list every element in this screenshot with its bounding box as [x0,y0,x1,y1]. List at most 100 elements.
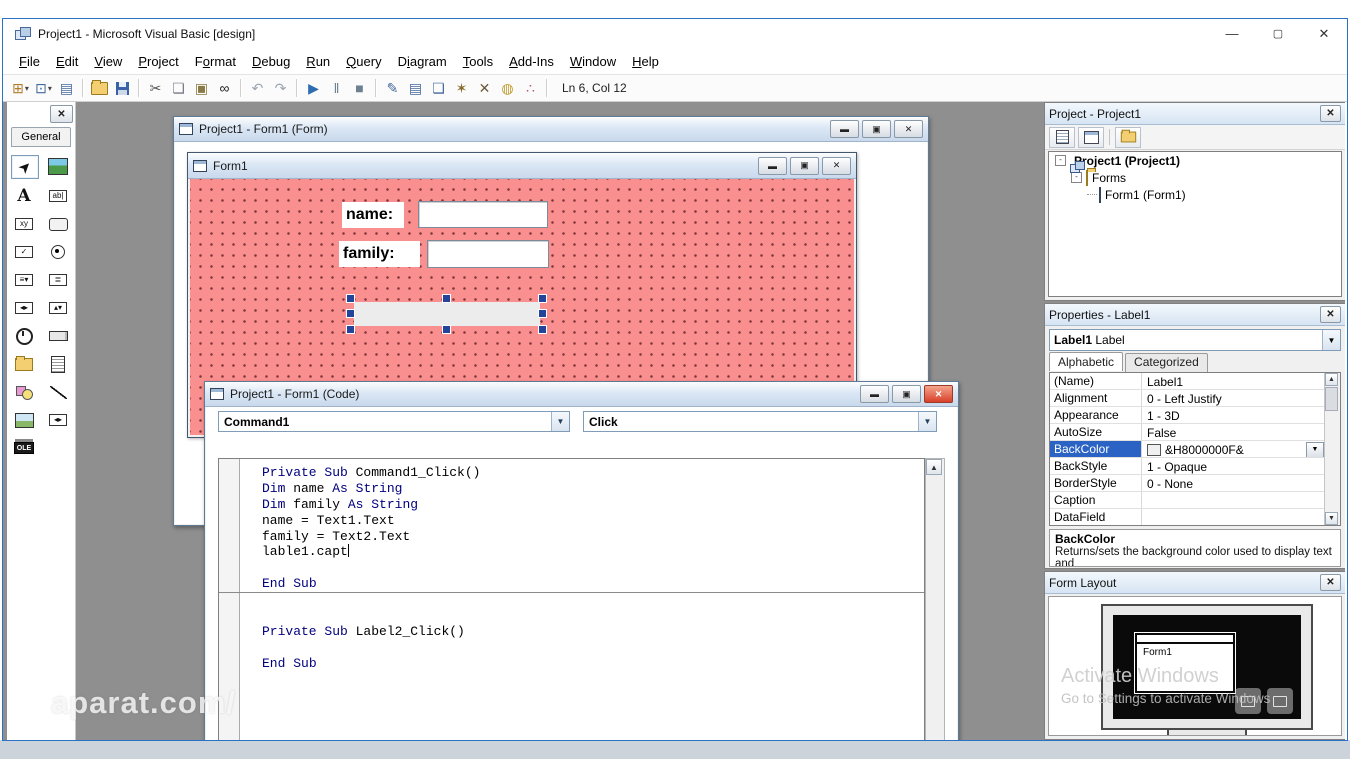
menu-query[interactable]: Query [338,51,389,72]
object-combobox[interactable]: Command1 ▼ [218,411,570,432]
menu-view[interactable]: View [86,51,130,72]
property-dropdown-icon[interactable]: ▼ [1306,441,1324,457]
scrollbar-thumb[interactable] [1325,387,1338,411]
menu-tools[interactable]: Tools [455,51,501,72]
filelistbox-tool[interactable] [45,353,71,375]
designer-minimize-button[interactable]: ▬ [830,120,859,138]
tree-expander[interactable]: - [1055,155,1066,166]
designer-maximize-button[interactable]: ▣ [862,120,891,138]
menu-debug[interactable]: Debug [244,51,298,72]
save-project-button[interactable] [111,78,134,99]
copy-button[interactable]: ❏ [167,78,190,99]
find-button[interactable]: ∞ [213,78,236,99]
form1-close-button[interactable]: ✕ [822,156,851,175]
minimize-button[interactable]: — [1209,19,1255,48]
view-code-button[interactable] [1049,126,1075,148]
paste-button[interactable]: ▣ [190,78,213,99]
property-row-backstyle[interactable]: BackStyle 1 - Opaque [1050,458,1340,475]
menu-format[interactable]: Format [187,51,244,72]
start-button[interactable]: ▶ [302,78,325,99]
properties-combobox-dropdown-icon[interactable]: ▼ [1322,330,1340,350]
cut-button[interactable]: ✂ [144,78,167,99]
tree-expander[interactable]: - [1071,172,1082,183]
property-row-borderstyle[interactable]: BorderStyle 0 - None [1050,475,1340,492]
label-family[interactable]: family: [339,241,420,267]
component-manager-button[interactable]: ∴ [519,78,542,99]
selection-handle[interactable] [346,325,355,334]
hscrollbar-tool[interactable]: ◂▸ [11,297,37,319]
tree-item-project1-project1-[interactable]: - Project1 (Project1) [1049,152,1341,173]
menu-editor-button[interactable]: ▤ [55,78,78,99]
open-project-button[interactable] [88,78,111,99]
selection-handle[interactable] [346,294,355,303]
undo-button[interactable]: ↶ [246,78,269,99]
redo-button[interactable]: ↷ [269,78,292,99]
label-tool[interactable]: A [11,185,37,207]
textbox-text2[interactable] [427,240,549,268]
add-project-button[interactable]: ⊞ ▾ [9,78,32,99]
selection-handle[interactable] [442,294,451,303]
ole-tool[interactable]: OLE [11,437,37,459]
menu-diagram[interactable]: Diagram [390,51,455,72]
event-combobox[interactable]: Click ▼ [583,411,937,432]
tab-alphabetic[interactable]: Alphabetic [1049,352,1124,371]
overlay-fullscreen-button[interactable] [1267,688,1293,714]
listbox-tool[interactable]: ≣ [45,269,71,291]
properties-window-button[interactable]: ▤ [404,78,427,99]
maximize-button[interactable]: ▢ [1255,19,1301,48]
form1-minimize-button[interactable]: ▬ [758,156,787,175]
data-tool[interactable]: ◂▸ [45,409,71,431]
toolbox-close-button[interactable]: ✕ [50,105,73,123]
event-combobox-dropdown-icon[interactable]: ▼ [918,412,936,431]
textbox-text1[interactable] [418,201,548,228]
project-explorer-button[interactable]: ✎ [381,78,404,99]
toolbox-button[interactable]: ✶ [450,78,473,99]
textbox-tool[interactable]: ab| [45,185,71,207]
scroll-up-icon[interactable]: ▲ [926,459,942,475]
form-layout-titlebar[interactable]: Form Layout ✕ [1045,572,1345,594]
form-layout-button[interactable]: ❏ [427,78,450,99]
designer-close-button[interactable]: ✕ [894,120,923,138]
shape-tool[interactable] [11,381,37,403]
object-browser-button[interactable]: ✕ [473,78,496,99]
end-button[interactable]: ■ [348,78,371,99]
form-layout-close-button[interactable]: ✕ [1320,574,1341,591]
menu-help[interactable]: Help [624,51,667,72]
data-view-button[interactable]: ◍ [496,78,519,99]
picturebox-tool[interactable] [45,155,71,177]
commandbutton-tool[interactable] [45,213,71,235]
property-row-autosize[interactable]: AutoSize False [1050,424,1340,441]
properties-panel-titlebar[interactable]: Properties - Label1 ✕ [1045,304,1345,326]
code-titlebar[interactable]: Project1 - Form1 (Code) ▬ ▣ ✕ [205,382,958,407]
checkbox-tool[interactable]: ✓ [11,241,37,263]
timer-tool[interactable] [11,325,37,347]
property-row-name[interactable]: (Name) Label1 [1050,373,1340,390]
project-panel-titlebar[interactable]: Project - Project1 ✕ [1045,103,1345,125]
form1-maximize-button[interactable]: ▣ [790,156,819,175]
line-tool[interactable] [45,381,71,403]
pointer-tool[interactable]: ➤ [11,155,39,179]
menu-run[interactable]: Run [298,51,338,72]
properties-object-combobox[interactable]: Label1 Label ▼ [1049,329,1341,351]
scroll-up-icon[interactable]: ▲ [1325,373,1338,386]
code-minimize-button[interactable]: ▬ [860,385,889,403]
tab-categorized[interactable]: Categorized [1125,353,1208,372]
tree-item-forms[interactable]: - Forms [1049,169,1341,186]
menu-file[interactable]: File [11,51,48,72]
property-row-caption[interactable]: Caption [1050,492,1340,509]
designer-titlebar[interactable]: Project1 - Form1 (Form) ▬ ▣ ✕ [174,117,928,142]
code-close-button[interactable]: ✕ [924,385,953,403]
property-row-appearance[interactable]: Appearance 1 - 3D [1050,407,1340,424]
view-object-button[interactable] [1078,126,1104,148]
code-editor[interactable]: Private Sub Command1_Click() Dim name As … [218,458,925,740]
optionbutton-tool[interactable] [45,241,71,263]
vscrollbar-tool[interactable]: ▴▾ [45,297,71,319]
menu-window[interactable]: Window [562,51,624,72]
drivelistbox-tool[interactable] [45,325,71,347]
label-name[interactable]: name: [342,202,404,228]
add-form-button[interactable]: ⊡ ▾ [32,78,55,99]
toolbox-tab-general[interactable]: General [11,127,71,147]
tree-item-form1-form1-[interactable]: Form1 (Form1) [1049,186,1341,203]
selection-handle[interactable] [538,325,547,334]
properties-panel-close-button[interactable]: ✕ [1320,306,1341,323]
